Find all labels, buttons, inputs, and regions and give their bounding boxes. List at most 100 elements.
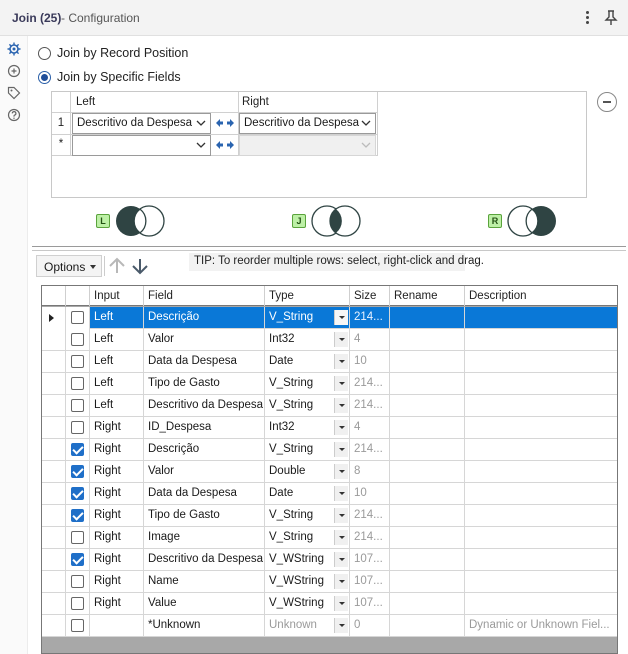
cell-rename[interactable] <box>390 417 465 439</box>
type-dropdown-icon[interactable] <box>334 552 348 567</box>
table-row[interactable]: Right Name V_WString 107... <box>42 571 617 593</box>
type-dropdown-icon[interactable] <box>334 310 348 325</box>
cell-description[interactable] <box>465 549 617 571</box>
table-row[interactable]: *Unknown Unknown 0 Dynamic or Unknown Fiel.… <box>42 615 617 637</box>
cell-description[interactable]: Dynamic or Unknown Fiel... <box>465 615 617 637</box>
type-dropdown-icon[interactable] <box>334 398 348 413</box>
row-header-cell[interactable] <box>42 527 66 549</box>
move-up-button[interactable] <box>106 255 128 277</box>
specific-fields-radio[interactable] <box>38 70 51 84</box>
type-dropdown-icon[interactable] <box>334 332 348 347</box>
include-field-checkbox[interactable] <box>71 553 84 566</box>
include-field-checkbox[interactable] <box>71 531 84 544</box>
row-header-cell[interactable] <box>42 571 66 593</box>
join-by-record-position-option[interactable]: Join by Record Position <box>38 44 188 62</box>
row-header-cell[interactable] <box>42 329 66 351</box>
table-row[interactable]: Right Descritivo da Despesa V_WString 107..… <box>42 549 617 571</box>
cell-rename[interactable] <box>390 461 465 483</box>
options-dropdown-button[interactable]: Options <box>36 255 102 277</box>
table-row[interactable]: Left Tipo de Gasto V_String 214... <box>42 373 617 395</box>
type-dropdown-icon[interactable] <box>334 574 348 589</box>
row-header-cell[interactable] <box>42 549 66 571</box>
cell-description[interactable] <box>465 461 617 483</box>
cell-rename[interactable] <box>390 571 465 593</box>
cell-description[interactable] <box>465 395 617 417</box>
include-field-checkbox[interactable] <box>71 311 84 324</box>
cell-rename[interactable] <box>390 483 465 505</box>
cell-rename[interactable] <box>390 615 465 637</box>
table-row[interactable]: Right Value V_WString 107... <box>42 593 617 615</box>
cell-description[interactable] <box>465 329 617 351</box>
cell-rename[interactable] <box>390 373 465 395</box>
table-row[interactable]: Right Image V_String 214... <box>42 527 617 549</box>
left-join-field-select[interactable]: Descritivo da Despesa <box>72 113 211 134</box>
table-row[interactable]: Right Descrição V_String 214... <box>42 439 617 461</box>
table-row[interactable]: Left Data da Despesa Date 10 <box>42 351 617 373</box>
table-row[interactable]: Left Descrição V_String 214... <box>42 307 617 329</box>
cell-description[interactable] <box>465 417 617 439</box>
include-field-checkbox[interactable] <box>71 487 84 500</box>
include-field-checkbox[interactable] <box>71 333 84 346</box>
cell-description[interactable] <box>465 527 617 549</box>
table-row[interactable]: Left Valor Int32 4 <box>42 329 617 351</box>
cell-description[interactable] <box>465 505 617 527</box>
include-field-checkbox[interactable] <box>71 421 84 434</box>
select-all-header-cell[interactable] <box>66 286 90 306</box>
include-field-checkbox[interactable] <box>71 399 84 412</box>
type-dropdown-icon[interactable] <box>334 442 348 457</box>
table-row[interactable]: Right ID_Despesa Int32 4 <box>42 417 617 439</box>
type-dropdown-icon[interactable] <box>334 596 348 611</box>
cell-rename[interactable] <box>390 439 465 461</box>
cell-rename[interactable] <box>390 351 465 373</box>
row-header-cell[interactable] <box>42 417 66 439</box>
include-field-checkbox[interactable] <box>71 355 84 368</box>
include-field-checkbox[interactable] <box>71 465 84 478</box>
table-row[interactable]: Left Descritivo da Despesa V_String 214... <box>42 395 617 417</box>
pin-icon[interactable] <box>604 10 618 26</box>
row-header-cell[interactable] <box>42 395 66 417</box>
row-header-cell[interactable] <box>42 373 66 395</box>
include-field-checkbox[interactable] <box>71 619 84 632</box>
move-down-button[interactable] <box>129 255 151 277</box>
type-dropdown-icon[interactable] <box>334 354 348 369</box>
type-dropdown-icon[interactable] <box>334 530 348 545</box>
table-row[interactable]: Right Data da Despesa Date 10 <box>42 483 617 505</box>
join-by-specific-fields-option[interactable]: Join by Specific Fields <box>38 68 181 86</box>
record-position-radio[interactable] <box>38 46 51 60</box>
table-row[interactable]: Right Tipo de Gasto V_String 214... <box>42 505 617 527</box>
table-row[interactable]: Right Valor Double 8 <box>42 461 617 483</box>
cell-rename[interactable] <box>390 527 465 549</box>
cell-rename[interactable] <box>390 329 465 351</box>
row-header-cell[interactable] <box>42 439 66 461</box>
row-header-cell[interactable] <box>42 351 66 373</box>
type-dropdown-icon[interactable] <box>334 420 348 435</box>
more-options-icon[interactable] <box>582 9 592 27</box>
column-header-type[interactable]: Type <box>265 286 350 306</box>
include-field-checkbox[interactable] <box>71 597 84 610</box>
row-header-cell[interactable] <box>42 505 66 527</box>
gear-icon[interactable] <box>7 42 21 56</box>
type-dropdown-icon[interactable] <box>334 618 348 633</box>
row-header-cell[interactable] <box>42 593 66 615</box>
row-header-cell[interactable] <box>42 615 66 637</box>
help-icon[interactable] <box>7 108 21 122</box>
new-left-join-field-select[interactable] <box>72 135 211 156</box>
row-header-cell[interactable] <box>42 307 66 329</box>
cell-rename[interactable] <box>390 505 465 527</box>
cell-description[interactable] <box>465 439 617 461</box>
include-field-checkbox[interactable] <box>71 377 84 390</box>
type-dropdown-icon[interactable] <box>334 508 348 523</box>
cell-rename[interactable] <box>390 395 465 417</box>
cell-description[interactable] <box>465 571 617 593</box>
cell-rename[interactable] <box>390 593 465 615</box>
annotation-icon[interactable] <box>7 64 21 78</box>
include-field-checkbox[interactable] <box>71 575 84 588</box>
column-header-description[interactable]: Description <box>465 286 617 306</box>
type-dropdown-icon[interactable] <box>334 486 348 501</box>
remove-row-button[interactable] <box>597 92 617 112</box>
include-field-checkbox[interactable] <box>71 443 84 456</box>
cell-description[interactable] <box>465 593 617 615</box>
tag-icon[interactable] <box>7 86 21 100</box>
cell-description[interactable] <box>465 483 617 505</box>
column-header-rename[interactable]: Rename <box>390 286 465 306</box>
